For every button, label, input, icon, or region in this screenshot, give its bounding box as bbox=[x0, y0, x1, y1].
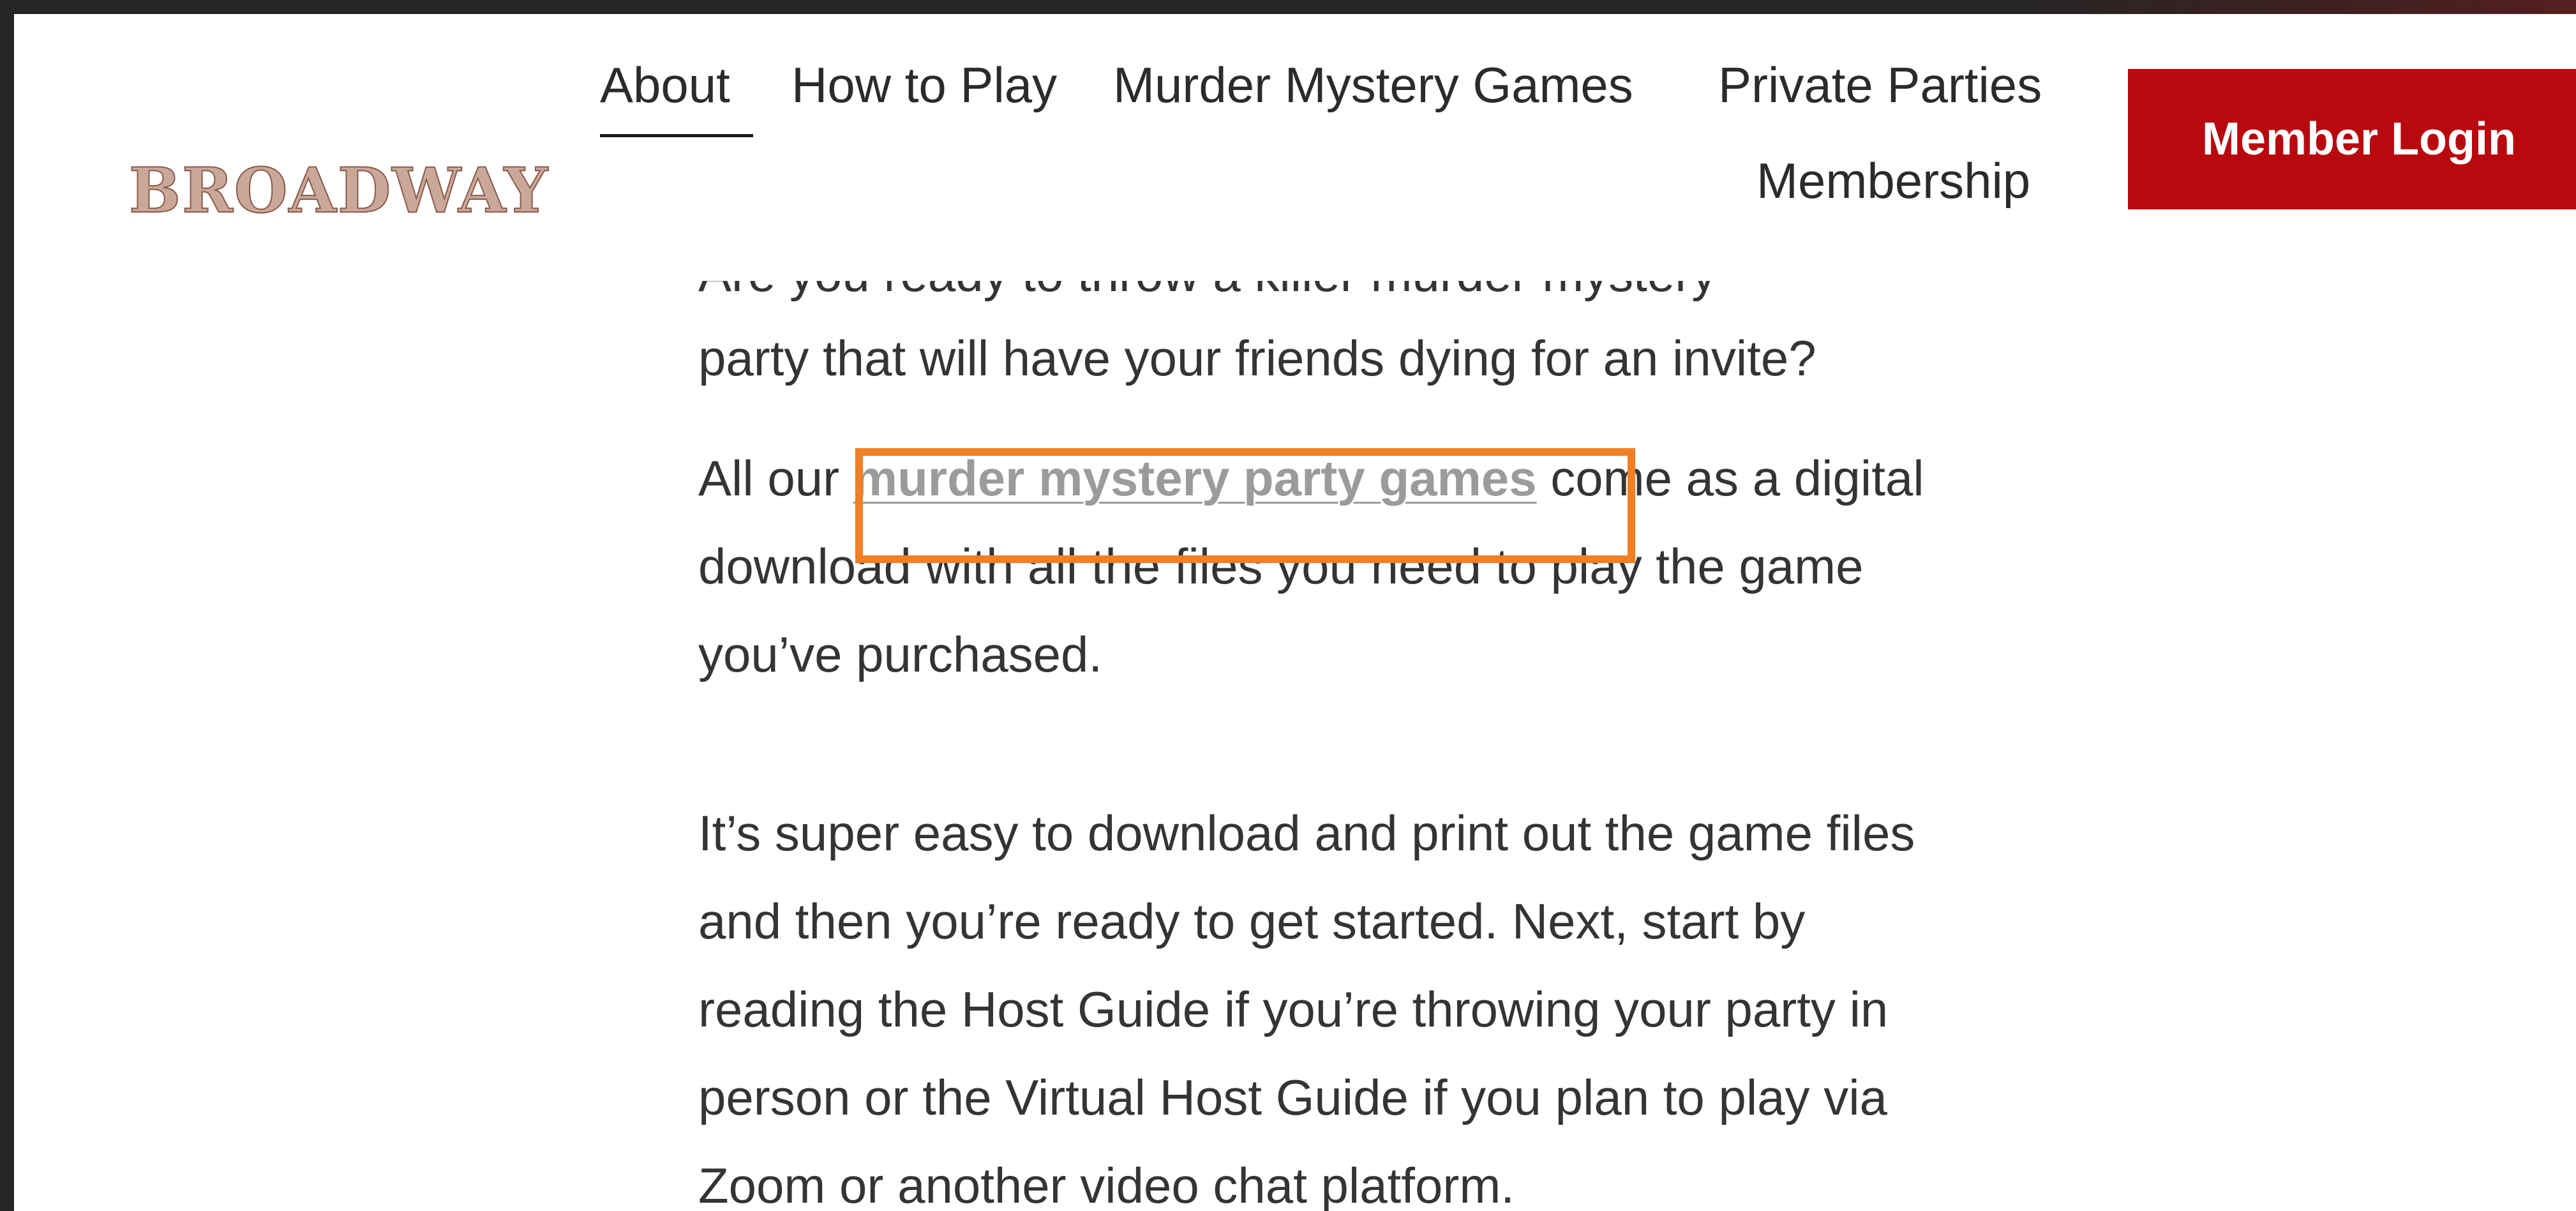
murder-mystery-games-link[interactable]: murder mystery party games bbox=[853, 450, 1537, 506]
paragraph-downloads: All our murder mystery party games come … bbox=[698, 434, 1962, 698]
paragraph-instructions: It’s super easy to download and print ou… bbox=[698, 805, 1915, 1211]
screenshot-frame: BROADWAY About How to Play Murder Myster… bbox=[0, 0, 2576, 1211]
nav-membership[interactable]: Membership bbox=[1756, 156, 2030, 206]
paragraph-intro: party that will have your friends dying … bbox=[698, 330, 1816, 386]
nav-murder-mystery-games[interactable]: Murder Mystery Games bbox=[1113, 60, 1633, 110]
nav-private-parties[interactable]: Private Parties bbox=[1718, 60, 2042, 110]
paragraph-downloads-lead: All our bbox=[698, 450, 853, 506]
member-login-button[interactable]: Member Login bbox=[2128, 69, 2576, 209]
nav-how-to-play[interactable]: How to Play bbox=[791, 60, 1057, 110]
web-page: BROADWAY About How to Play Murder Myster… bbox=[14, 14, 2576, 1211]
nav-about[interactable]: About bbox=[600, 60, 730, 110]
nav-about-active-underline bbox=[600, 134, 753, 137]
partial-text-line: Are you ready to throw a killer murder m… bbox=[698, 281, 1911, 306]
broadway-logo: BROADWAY bbox=[128, 154, 550, 227]
partial-text: Are you ready to throw a killer murder m… bbox=[698, 281, 1911, 303]
